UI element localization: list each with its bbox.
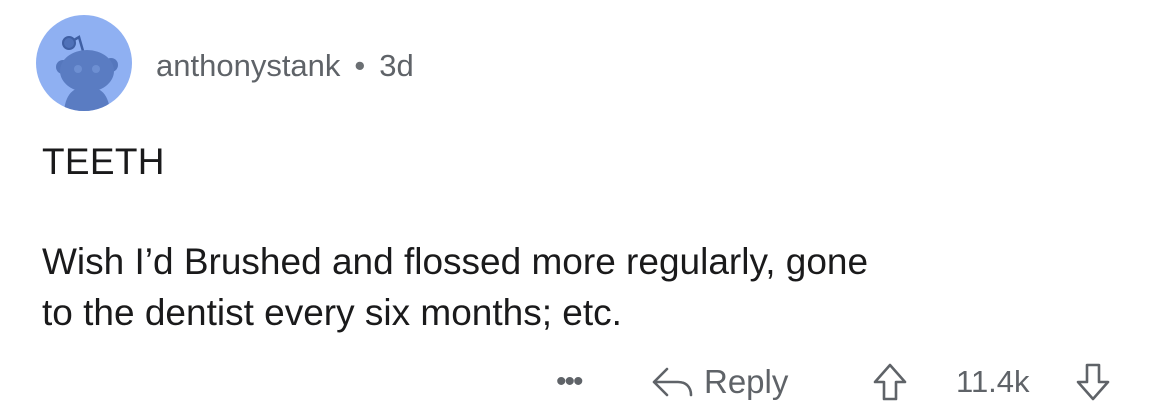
more-options-button[interactable]: •••: [556, 357, 583, 407]
snoo-avatar-icon: [56, 35, 118, 111]
comment-meta: anthonystank • 3d: [156, 44, 414, 88]
comment-age: 3d: [379, 48, 414, 83]
reply-label: Reply: [704, 363, 789, 400]
upvote-arrow-icon: [873, 363, 907, 401]
comment-body-line: to the dentist every six months; etc.: [42, 292, 622, 333]
downvote-arrow-icon: [1076, 363, 1110, 401]
reply-arrow-icon: [652, 367, 693, 397]
meta-separator: •: [354, 48, 366, 83]
comment-actions: ••• Reply 11.4k: [0, 357, 1170, 407]
comment-body-line: Wish I’d Brushed and flossed more regula…: [42, 241, 869, 282]
avatar[interactable]: [36, 15, 132, 111]
upvote-button[interactable]: [872, 357, 908, 407]
comment-body: Wish I’d Brushed and flossed more regula…: [42, 236, 1132, 338]
comment-title: TEETH: [42, 141, 165, 182]
author-name[interactable]: anthonystank: [156, 48, 340, 84]
downvote-button[interactable]: [1075, 357, 1111, 407]
vote-score: 11.4k: [956, 364, 1030, 399]
reply-button[interactable]: Reply: [650, 357, 788, 407]
